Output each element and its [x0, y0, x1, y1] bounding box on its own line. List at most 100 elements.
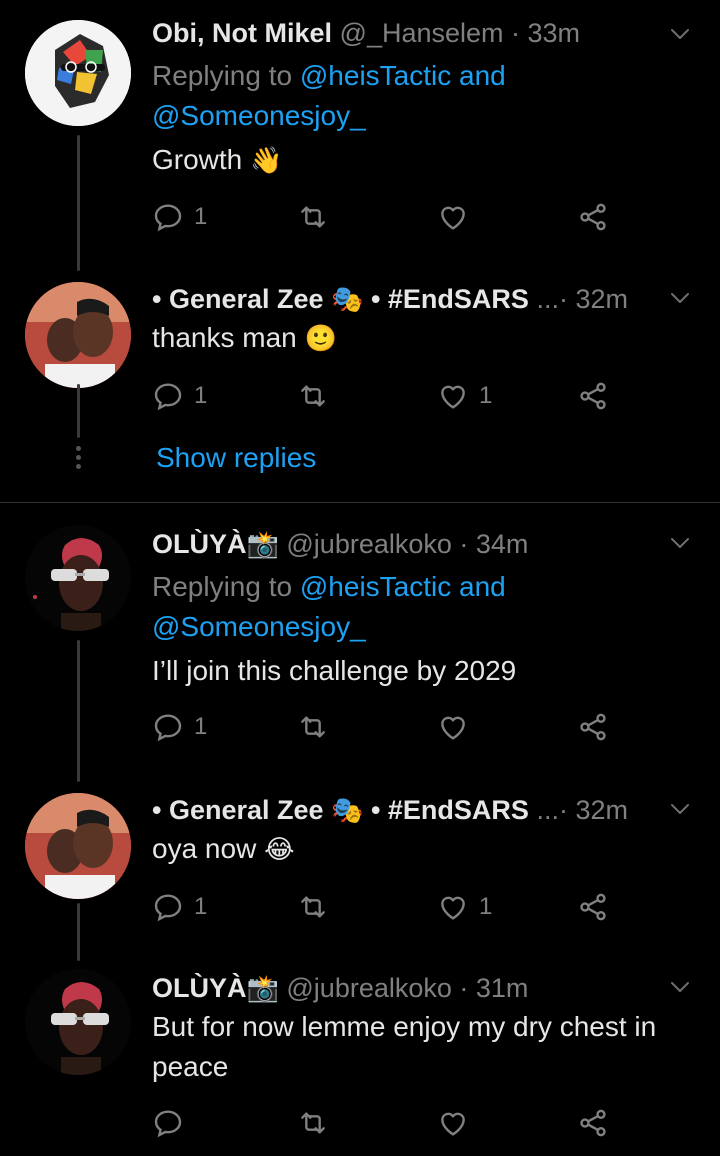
like-icon: [437, 891, 469, 923]
reply-button[interactable]: 1: [152, 376, 207, 416]
tweet-text: thanks man 🙂: [152, 322, 337, 354]
reply-icon: [152, 201, 184, 233]
avatar[interactable]: [25, 20, 131, 126]
reply-icon: [152, 380, 184, 412]
reply-icon: [152, 891, 184, 923]
tweet-actions: 1 1: [152, 376, 632, 416]
retweet-icon: [297, 201, 329, 233]
reply-icon: [152, 1107, 184, 1139]
chevron-down-icon[interactable]: [668, 286, 692, 310]
retweet-icon: [297, 711, 329, 743]
show-replies-link[interactable]: Show replies: [156, 442, 316, 474]
mention-link[interactable]: @Someonesjoy_: [152, 611, 366, 642]
mask-emoji: 🎭: [331, 285, 364, 315]
retweet-icon: [297, 380, 329, 412]
tweet-actions: [152, 1103, 632, 1143]
tweet-header: Obi, Not Mikel @_Hanselem · 33m: [152, 18, 650, 49]
mask-emoji: 🎭: [331, 796, 364, 826]
share-icon: [577, 891, 609, 923]
retweet-button[interactable]: [297, 376, 329, 416]
avatar[interactable]: [25, 525, 131, 631]
tweet-header: OLÙYÀ📸 @jubrealkoko · 34m: [152, 529, 650, 560]
thread-line: [77, 640, 80, 782]
tweet-actions: 1 1: [152, 887, 632, 927]
tweet-text: Growth 👋: [152, 144, 283, 176]
name-ellipsis: ...: [536, 284, 559, 314]
timestamp: · 31m: [459, 973, 529, 1003]
thread-line: [77, 135, 80, 271]
user-handle[interactable]: @jubrealkoko: [286, 529, 452, 559]
timestamp: · 32m: [558, 795, 628, 825]
tweet-card[interactable]: OLÙYÀ📸 @jubrealkoko · 34m Replying to @h…: [0, 503, 720, 782]
like-button[interactable]: [437, 707, 479, 747]
reply-button[interactable]: 1: [152, 887, 207, 927]
laughing-emoji: 😂: [264, 835, 295, 865]
share-icon: [577, 380, 609, 412]
retweet-icon: [297, 1107, 329, 1139]
share-button[interactable]: [577, 707, 609, 747]
timestamp: · 34m: [459, 529, 529, 559]
retweet-button[interactable]: [297, 707, 329, 747]
reply-button[interactable]: 1: [152, 197, 207, 237]
like-icon: [437, 1107, 469, 1139]
chevron-down-icon[interactable]: [668, 531, 692, 555]
tweet-card[interactable]: • General Zee 🎭 • #EndSARS ...· 32m oya …: [0, 781, 720, 961]
retweet-button[interactable]: [297, 1103, 329, 1143]
tweet-header: • General Zee 🎭 • #EndSARS ...· 32m: [152, 795, 660, 826]
reply-count: 1: [194, 382, 208, 409]
like-icon: [437, 201, 469, 233]
display-name[interactable]: Obi, Not Mikel: [152, 18, 332, 48]
share-button[interactable]: [577, 887, 609, 927]
tweet-header: • General Zee 🎭 • #EndSARS ...· 32m: [152, 284, 660, 315]
tweet-card[interactable]: Obi, Not Mikel @_Hanselem · 33m Replying…: [0, 0, 720, 271]
wave-emoji: 👋: [250, 146, 283, 176]
tweet-text: But for now lemme enjoy my dry chest in …: [152, 1011, 657, 1082]
like-button[interactable]: 1: [437, 376, 492, 416]
timestamp: · 32m: [558, 284, 628, 314]
replying-to: Replying to @heisTactic and @Someonesjoy…: [152, 60, 506, 131]
share-button[interactable]: [577, 1103, 609, 1143]
like-count: 1: [479, 893, 493, 920]
display-name[interactable]: • General Zee 🎭 • #EndSARS: [152, 795, 529, 826]
share-icon: [577, 711, 609, 743]
user-handle[interactable]: @jubrealkoko: [286, 973, 452, 1003]
camera-flash-emoji: 📸: [246, 530, 279, 560]
tweet-text: oya now 😂: [152, 833, 295, 865]
avatar[interactable]: [25, 793, 131, 899]
chevron-down-icon[interactable]: [668, 797, 692, 821]
like-button[interactable]: 1: [437, 887, 492, 927]
replying-to: Replying to @heisTactic and @Someonesjoy…: [152, 571, 506, 642]
smile-emoji: 🙂: [304, 324, 337, 354]
mention-link[interactable]: @heisTactic: [300, 60, 451, 91]
like-button[interactable]: [437, 1103, 479, 1143]
user-handle[interactable]: @_Hanselem: [340, 18, 504, 48]
mention-link[interactable]: @Someonesjoy_: [152, 100, 366, 131]
like-button[interactable]: [437, 197, 479, 237]
retweet-button[interactable]: [297, 197, 329, 237]
display-name[interactable]: • General Zee 🎭 • #EndSARS: [152, 284, 529, 315]
mention-link[interactable]: @heisTactic: [300, 571, 451, 602]
retweet-icon: [297, 891, 329, 923]
reply-button[interactable]: 1: [152, 707, 207, 747]
display-name[interactable]: OLÙYÀ📸: [152, 529, 279, 560]
share-button[interactable]: [577, 376, 609, 416]
reply-count: 1: [194, 893, 208, 920]
chevron-down-icon[interactable]: [668, 975, 692, 999]
more-replies-dots: [74, 442, 82, 473]
tweet-card[interactable]: OLÙYÀ📸 @jubrealkoko · 31m But for now le…: [0, 957, 720, 1156]
chevron-down-icon[interactable]: [668, 22, 692, 46]
share-button[interactable]: [577, 197, 609, 237]
like-icon: [437, 711, 469, 743]
share-icon: [577, 201, 609, 233]
tweet-actions: 1: [152, 197, 632, 237]
display-name[interactable]: OLÙYÀ📸: [152, 973, 279, 1004]
reply-button[interactable]: [152, 1103, 194, 1143]
avatar[interactable]: [25, 282, 131, 388]
timestamp: · 33m: [511, 18, 581, 48]
name-ellipsis: ...: [536, 795, 559, 825]
like-icon: [437, 380, 469, 412]
tweet-card[interactable]: • General Zee 🎭 • #EndSARS ...· 32m than…: [0, 270, 720, 502]
avatar[interactable]: [25, 969, 131, 1075]
retweet-button[interactable]: [297, 887, 329, 927]
tweet-text: I’ll join this challenge by 2029: [152, 655, 517, 686]
